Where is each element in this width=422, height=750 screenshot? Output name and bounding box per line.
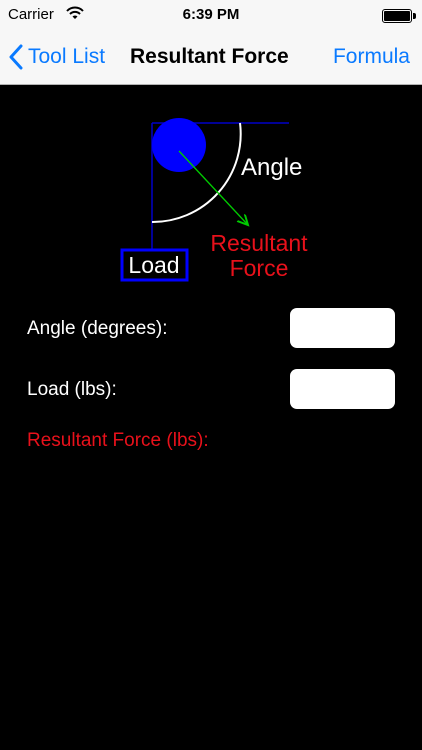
load-lbs-label: Load (lbs): bbox=[27, 379, 117, 400]
battery-icon bbox=[382, 9, 416, 23]
resultant-force-label: Resultant Force (lbs): bbox=[27, 430, 209, 451]
ball-icon bbox=[152, 118, 206, 172]
load-lbs-input[interactable] bbox=[290, 369, 395, 409]
clock: 6:39 PM bbox=[182, 6, 240, 23]
angle-degrees-input[interactable] bbox=[290, 308, 395, 348]
back-button-label: Tool List bbox=[28, 45, 106, 68]
resultant-label-line2: Force bbox=[230, 255, 289, 281]
angle-degrees-label: Angle (degrees): bbox=[27, 318, 168, 339]
load-label: Load bbox=[128, 252, 179, 278]
formula-button[interactable]: Formula bbox=[333, 45, 410, 69]
force-diagram: Angle Resultant Force Load bbox=[120, 118, 308, 282]
back-button[interactable]: Tool List bbox=[8, 42, 105, 72]
chevron-left-icon bbox=[8, 44, 24, 70]
angle-label: Angle bbox=[241, 154, 302, 181]
navigation-bar: Tool List Resultant Force Formula bbox=[0, 30, 422, 85]
status-bar: Carrier 6:39 PM bbox=[0, 0, 422, 30]
resultant-label-line1: Resultant bbox=[210, 230, 308, 256]
page-title: Resultant Force bbox=[130, 45, 289, 68]
